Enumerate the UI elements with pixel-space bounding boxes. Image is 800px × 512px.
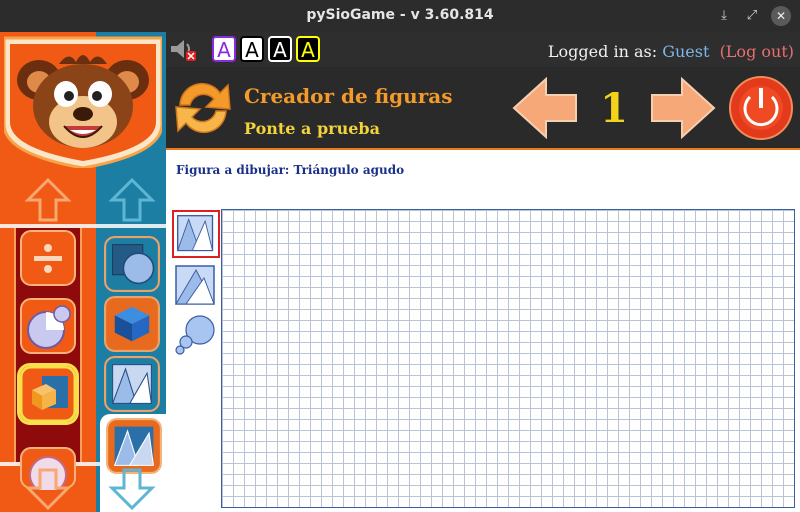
triangle-tool-icon[interactable] <box>172 262 220 310</box>
font-size-button[interactable]: A <box>212 36 236 62</box>
rectangle-tool-icon[interactable] <box>172 210 220 258</box>
activity-title: Creador de figuras <box>244 84 453 108</box>
window-titlebar: pySioGame - v 3.60.814 ⤓ ⤢ ✕ <box>0 0 800 32</box>
scroll-up-arrow-icon[interactable] <box>108 178 156 222</box>
cube-shapes-icon[interactable] <box>20 366 76 422</box>
user-link[interactable]: Guest <box>662 42 709 61</box>
fraction-circle-icon[interactable] <box>20 298 76 354</box>
font-size-button[interactable]: A <box>240 36 264 62</box>
shape-maker-icon[interactable] <box>106 418 162 474</box>
pysiogame-logo <box>4 36 162 168</box>
logout-link[interactable]: (Log out) <box>720 42 794 61</box>
top-toolbar: A A A A Logged in as: Guest (Log out) <box>166 32 800 67</box>
divide-icon[interactable] <box>20 230 76 286</box>
font-size-button[interactable]: A <box>296 36 320 62</box>
font-size-button[interactable]: A <box>268 36 292 62</box>
scroll-up-arrow-icon[interactable] <box>24 178 72 222</box>
logged-in-label: Logged in as: <box>547 42 658 61</box>
login-status: Logged in as: Guest (Log out) <box>548 42 794 61</box>
circle-tool-icon[interactable] <box>172 310 220 358</box>
expand-icon[interactable]: ⤢ <box>742 6 762 26</box>
main-content: Figura a dibujar: Triángulo agudo <box>166 152 800 512</box>
category-sidebar <box>0 32 166 512</box>
window-title: pySioGame - v 3.60.814 <box>306 7 494 23</box>
shapes-drawing-icon[interactable] <box>104 356 160 412</box>
close-icon[interactable]: ✕ <box>771 6 791 26</box>
grid-canvas[interactable] <box>222 210 794 507</box>
drawing-grid[interactable] <box>221 209 795 508</box>
square-circle-icon[interactable] <box>104 236 160 292</box>
next-level-arrow-icon[interactable] <box>650 77 716 139</box>
refresh-icon[interactable] <box>170 75 236 141</box>
previous-level-arrow-icon[interactable] <box>512 77 578 139</box>
scroll-down-arrow-icon[interactable] <box>108 468 156 510</box>
activity-header: Creador de figuras Ponte a prueba 1 <box>166 67 800 150</box>
speaker-muted-icon[interactable] <box>168 38 198 62</box>
figure-prompt: Figura a dibujar: Triángulo agudo <box>176 163 405 177</box>
activity-subtitle: Ponte a prueba <box>244 119 380 138</box>
3d-cube-icon[interactable] <box>104 296 160 352</box>
level-number: 1 <box>600 85 628 132</box>
power-icon[interactable] <box>728 75 794 141</box>
download-icon[interactable]: ⤓ <box>714 6 734 26</box>
scroll-down-arrow-icon[interactable] <box>24 468 72 510</box>
